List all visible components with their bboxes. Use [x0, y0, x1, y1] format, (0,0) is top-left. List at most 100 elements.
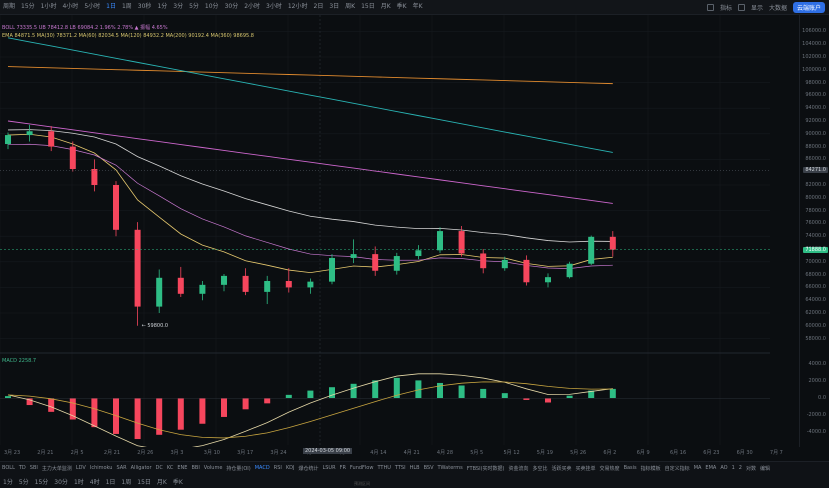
timeframe-9[interactable]: 3分 — [170, 0, 186, 14]
timeframe-17[interactable]: 3日 — [326, 0, 342, 14]
settings-icon[interactable] — [737, 3, 745, 11]
timeframe-14[interactable]: 3小时 — [263, 0, 285, 14]
interval-10[interactable]: 季K — [170, 477, 186, 486]
interval-4[interactable]: 1时 — [71, 477, 87, 486]
candle-body — [437, 231, 443, 251]
timeframe-0[interactable]: 周期 — [0, 0, 18, 14]
interval-0[interactable]: 1分 — [0, 477, 16, 486]
interval-5[interactable]: 4时 — [87, 477, 103, 486]
price-tick: 62000.0 — [805, 310, 826, 316]
indicator-33[interactable]: 指标模板 — [639, 465, 663, 472]
indicator-15[interactable]: RSI — [272, 465, 284, 471]
layout-icon[interactable] — [706, 3, 714, 11]
interval-3[interactable]: 30分 — [51, 477, 71, 486]
indicator-40[interactable]: 对数 — [744, 465, 758, 472]
date-axis[interactable]: 3月 23 2月 21 2月 5 2月 21 2月 26 3月 3 3月 10 3月 17 3月… — [0, 447, 800, 459]
timeframe-8[interactable]: 1分 — [154, 0, 170, 14]
macd-bar — [523, 398, 530, 400]
indicator-31[interactable]: 交易热度 — [598, 465, 622, 472]
interval-6[interactable]: 1日 — [103, 477, 119, 486]
indicator-41[interactable]: 编辑 — [758, 465, 772, 472]
indicator-29[interactable]: 活跃买卖 — [550, 465, 574, 472]
indicator-21[interactable]: TTHU — [375, 465, 392, 471]
indicator-13[interactable]: 持仓量(OI) — [224, 465, 252, 472]
indicator-39[interactable]: 2 — [737, 465, 744, 471]
interval-7[interactable]: 1周 — [118, 477, 134, 486]
indicator-24[interactable]: BSV — [422, 465, 436, 471]
indicator-17[interactable]: 爆仓统计 — [296, 465, 320, 472]
timeframe-1[interactable]: 15分 — [18, 0, 38, 14]
timeframe-19[interactable]: 15日 — [358, 0, 378, 14]
candle-body — [545, 277, 551, 283]
indicator-16[interactable]: KDJ — [284, 465, 297, 471]
low-price-label: ← 59800.0 — [141, 322, 169, 329]
timeframe-7[interactable]: 30秒 — [135, 0, 155, 14]
indicator-25[interactable]: TWaterms — [436, 465, 465, 471]
timeframe-15[interactable]: 12小时 — [285, 0, 311, 14]
timeframe-5[interactable]: 1日 — [103, 0, 119, 14]
timeframe-20[interactable]: 月K — [378, 0, 394, 14]
indicator-9[interactable]: KC — [165, 465, 176, 471]
indicator-4[interactable]: LDV — [74, 465, 88, 471]
timeframe-2[interactable]: 1小时 — [38, 0, 60, 14]
price-chart[interactable] — [0, 15, 800, 447]
indicator-34[interactable]: 自定义指标 — [663, 465, 692, 472]
indicator-27[interactable]: 资金流向 — [506, 465, 530, 472]
timeframe-13[interactable]: 2小时 — [241, 0, 263, 14]
indicator-35[interactable]: MA — [692, 465, 704, 471]
crosshair-date: 2024-03-05 09:00 — [303, 448, 353, 454]
timeframe-12[interactable]: 30分 — [222, 0, 242, 14]
timeframe-16[interactable]: 2日 — [311, 0, 327, 14]
indicator-3[interactable]: 主力大单监测 — [40, 465, 74, 472]
bigdata-button[interactable]: 大数据 — [769, 3, 787, 12]
interval-1[interactable]: 5分 — [16, 477, 32, 486]
candle-body — [285, 281, 292, 288]
indicator-2[interactable]: SBI — [28, 465, 40, 471]
indicator-22[interactable]: TTSI — [393, 465, 408, 471]
indicator-28[interactable]: 多空比 — [531, 465, 550, 472]
indicator-6[interactable]: SAR — [114, 465, 128, 471]
timeframe-18[interactable]: 周K — [342, 0, 358, 14]
timeframe-10[interactable]: 5分 — [186, 0, 202, 14]
timeframe-11[interactable]: 10分 — [202, 0, 222, 14]
candle-body — [199, 284, 206, 294]
indicator-12[interactable]: Volume — [202, 465, 225, 471]
timeframe-4[interactable]: 5小时 — [81, 0, 103, 14]
indicator-30[interactable]: 买卖挂单 — [574, 465, 598, 472]
indicator-32[interactable]: Basis — [622, 465, 639, 471]
top-toolbar: 周期 15分 1小时 4小时 5小时 1日 1周 30秒 1分 3分 5分 10分 30分 2小时 3小时 1… — [0, 0, 829, 15]
indicator-10[interactable]: ENE — [175, 465, 189, 471]
indicator-0[interactable]: BOLL — [0, 465, 17, 471]
interval-2[interactable]: 15分 — [32, 477, 52, 486]
timeframe-3[interactable]: 4小时 — [59, 0, 81, 14]
indicator-18[interactable]: LSUR — [320, 465, 337, 471]
date-tick: 6月 9 — [636, 450, 650, 456]
interval-8[interactable]: 15日 — [134, 477, 154, 486]
indicator-23[interactable]: HLB — [408, 465, 422, 471]
indicator-14[interactable]: MACD — [253, 465, 272, 471]
indicator-11[interactable]: BBI — [189, 465, 201, 471]
indicator-20[interactable]: FundFlow — [348, 465, 376, 471]
display-button[interactable]: 显示 — [751, 3, 763, 12]
timeframe-21[interactable]: 季K — [394, 0, 410, 14]
indicator-button[interactable]: 指标 — [720, 3, 732, 12]
indicator-26[interactable]: FTBSI(实时数据) — [465, 465, 507, 472]
date-tick: 4月 28 — [436, 450, 454, 456]
indicator-19[interactable]: FR — [338, 465, 348, 471]
indicator-5[interactable]: Ichimoku — [88, 465, 115, 471]
indicator-7[interactable]: Alligator — [129, 465, 154, 471]
price-axis[interactable]: 106000.0 104000.0 102000.0 100000.0 98000.0 9… — [799, 15, 829, 447]
macd-dea-line — [7, 381, 613, 439]
interval-9[interactable]: 月K — [154, 477, 170, 486]
timeframe-22[interactable]: 年K — [410, 0, 426, 14]
price-tick: 94000.0 — [805, 105, 826, 112]
indicator-38[interactable]: 1 — [730, 465, 737, 471]
ma200-line — [7, 37, 613, 153]
indicator-37[interactable]: AO — [718, 465, 729, 471]
timeframe-6[interactable]: 1周 — [119, 0, 135, 14]
indicator-36[interactable]: EMA — [703, 465, 718, 471]
indicator-1[interactable]: TD — [17, 465, 28, 471]
indicator-8[interactable]: DC — [154, 465, 165, 471]
macd-tick: 4000.0 — [808, 361, 827, 368]
account-button[interactable]: 云端账户 — [792, 1, 825, 13]
